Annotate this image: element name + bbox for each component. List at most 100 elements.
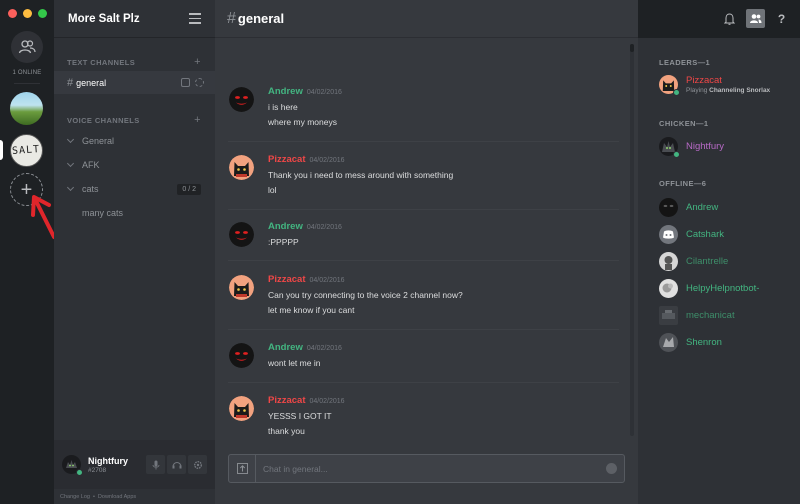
voice-channels-label: VOICE CHANNELS (67, 115, 140, 125)
server-rail: 1 ONLINE SALT + (0, 0, 56, 504)
channel-item-general[interactable]: # general (54, 71, 215, 94)
message-author[interactable]: Andrew (268, 221, 303, 232)
member-item[interactable]: HelpyHelpnotbot- (659, 279, 759, 298)
message-list[interactable]: Andrew 04/02/2016 i is here where my mone… (215, 38, 632, 438)
message-author[interactable]: Pizzacat (268, 274, 306, 285)
avatar[interactable] (62, 455, 83, 476)
avatar[interactable] (229, 87, 254, 112)
voice-channel-afk[interactable]: AFK (54, 159, 215, 171)
message-author[interactable]: Pizzacat (268, 395, 306, 406)
member-item[interactable]: Shenron (659, 333, 722, 352)
maximize-window-button[interactable] (38, 9, 47, 18)
avatar[interactable] (229, 155, 254, 180)
member-name: mechanicat (686, 310, 735, 321)
voice-channel-cats[interactable]: cats 0 / 2 (54, 182, 215, 196)
avatar (659, 306, 678, 325)
minimize-window-button[interactable] (23, 9, 32, 18)
message-divider (228, 141, 619, 142)
online-count: 1 ONLINE (12, 70, 42, 76)
avatar (659, 75, 680, 96)
avatar (659, 333, 678, 352)
upload-button[interactable] (229, 455, 256, 482)
help-button[interactable]: ? (772, 9, 791, 28)
friends-icon (18, 40, 36, 54)
headphones-icon (172, 462, 181, 469)
hamburger-menu-icon[interactable] (189, 13, 201, 24)
change-log-link[interactable]: Change Log (60, 494, 90, 500)
message-composer (228, 454, 625, 483)
discord-default-avatar-icon (663, 230, 674, 239)
voice-channel-name: cats (82, 184, 99, 194)
shadow-face-avatar-icon (229, 222, 254, 247)
message-timestamp: 04/02/2016 (309, 398, 345, 405)
message-group: Andrew 04/02/2016 wont let me in (215, 341, 619, 369)
member-list-toggle[interactable] (746, 9, 765, 28)
avatar[interactable] (229, 222, 254, 247)
chat-header: # general (215, 0, 638, 38)
hash-icon: # (67, 76, 74, 89)
member-item[interactable]: Pizzacat Playing Channeling Snorlax (659, 75, 770, 96)
user-settings-button[interactable] (188, 455, 207, 474)
message-input[interactable] (256, 463, 606, 474)
emoji-picker-icon[interactable] (606, 463, 617, 474)
message-text: wont let me in (268, 358, 321, 368)
text-channels-header[interactable]: TEXT CHANNELS + (54, 56, 215, 68)
member-item[interactable]: Nightfury (659, 137, 725, 158)
member-name: Catshark (686, 229, 725, 240)
avatar[interactable] (229, 343, 254, 368)
server-icon-landscape[interactable] (10, 92, 43, 125)
voice-channel-general[interactable]: General (54, 135, 215, 147)
user-panel: Nightfury #2708 (54, 440, 215, 489)
server-salt-label: SALT (12, 144, 41, 157)
text-channels-label: TEXT CHANNELS (67, 57, 136, 67)
message-author[interactable]: Andrew (268, 86, 303, 97)
member-name: Pizzacat (686, 75, 722, 86)
close-window-button[interactable] (8, 9, 17, 18)
role-header-leaders: LEADERS—1 (659, 58, 711, 67)
download-apps-link[interactable]: Download Apps (98, 494, 136, 500)
avatar (659, 279, 678, 298)
message-author[interactable]: Andrew (268, 342, 303, 353)
voice-channel-name: General (82, 136, 115, 146)
shadow-face-avatar-icon (229, 87, 254, 112)
member-item[interactable]: Cilantrelle (659, 252, 728, 271)
notifications-button[interactable] (720, 9, 739, 28)
message-timestamp: 04/02/2016 (309, 157, 345, 164)
deafen-button[interactable] (167, 455, 186, 474)
server-icon-salt[interactable]: SALT (10, 134, 43, 167)
message-text: Can you try connecting to the voice 2 ch… (268, 290, 463, 300)
chevron-down-icon (66, 159, 75, 168)
invite-icon[interactable] (181, 78, 190, 87)
scrollbar-track[interactable] (630, 44, 634, 436)
dragon-avatar-icon (663, 337, 674, 347)
voice-channels-header[interactable]: VOICE CHANNELS + (54, 114, 215, 126)
friends-button[interactable] (11, 31, 43, 63)
activity-prefix: Playing (686, 87, 708, 94)
chat-area: # general Andrew 04/02/2016 i is here whe… (215, 0, 638, 504)
message-text: YESSS I GOT IT (268, 411, 332, 421)
message-divider (228, 382, 619, 383)
voice-channel-many-cats[interactable]: many cats (54, 207, 215, 219)
bell-icon (724, 12, 735, 25)
member-item[interactable]: mechanicat (659, 306, 735, 325)
chevron-down-icon (66, 135, 75, 144)
member-name: Nightfury (686, 141, 725, 152)
avatar (659, 137, 680, 158)
message-divider (228, 329, 619, 330)
member-item[interactable]: Andrew (659, 198, 718, 217)
add-text-channel-icon[interactable]: + (194, 56, 201, 68)
member-item[interactable]: Catshark (659, 225, 724, 244)
role-header-chicken: CHICKEN—1 (659, 119, 709, 128)
avatar[interactable] (229, 396, 254, 421)
message-divider (228, 260, 619, 261)
member-activity: Playing Channeling Snorlax (686, 87, 770, 94)
message-author[interactable]: Pizzacat (268, 154, 306, 165)
add-voice-channel-icon[interactable]: + (194, 114, 201, 126)
scrollbar-thumb[interactable] (630, 44, 634, 52)
mute-button[interactable] (146, 455, 165, 474)
member-name: Cilantrelle (686, 256, 729, 267)
footer-links: Change Log • Download Apps (54, 489, 215, 504)
avatar[interactable] (229, 275, 254, 300)
guild-header[interactable]: More Salt Plz (54, 0, 215, 38)
channel-settings-icon[interactable] (195, 78, 204, 87)
